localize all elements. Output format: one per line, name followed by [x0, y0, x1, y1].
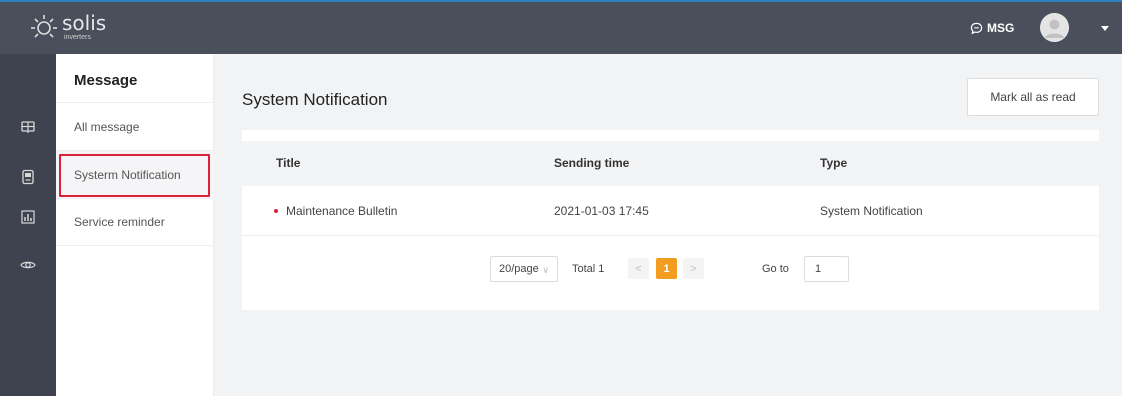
msg-label: MSG [987, 21, 1015, 35]
top-bar: solis inverters MSG [0, 0, 1122, 54]
avatar[interactable] [1040, 13, 1069, 42]
main-content: System Notification Mark all as read Tit… [214, 54, 1122, 396]
goto-page-input[interactable] [804, 256, 849, 282]
row-title[interactable]: Maintenance Bulletin [286, 204, 397, 218]
column-header-sending-time[interactable]: Sending time [554, 156, 629, 170]
table-row[interactable]: Maintenance Bulletin 2021-01-03 17:45 Sy… [242, 188, 1099, 236]
chevron-down-icon: ∨ [542, 265, 549, 275]
message-submenu: Message All message Systerm Notification… [56, 54, 214, 396]
column-header-type[interactable]: Type [820, 156, 847, 170]
submenu-title: Message [74, 72, 138, 89]
pagination: 20/page ∨ Total 1 < 1 > Go to [242, 254, 1099, 284]
msg-button[interactable]: MSG [970, 20, 1014, 36]
page-title: System Notification [242, 90, 388, 109]
page-size-select[interactable]: 20/page ∨ [490, 256, 558, 282]
next-page-button[interactable]: > [683, 258, 704, 279]
user-avatar-icon [1040, 13, 1069, 42]
row-sending-time: 2021-01-03 17:45 [554, 204, 649, 218]
unread-dot-icon [274, 209, 278, 213]
logo[interactable]: solis inverters [30, 10, 106, 44]
page-number-current[interactable]: 1 [656, 258, 677, 279]
goto-label: Go to [762, 263, 789, 275]
eye-icon[interactable] [19, 256, 37, 274]
top-accent-line [0, 0, 1122, 2]
logo-subtitle: inverters [64, 34, 91, 41]
column-header-title[interactable]: Title [276, 156, 300, 170]
device-icon[interactable] [19, 168, 37, 186]
report-icon[interactable] [19, 208, 37, 226]
submenu-item-label: Service reminder [74, 215, 165, 229]
submenu-item-label: All message [74, 119, 140, 134]
submenu-item-service-reminder[interactable]: Service reminder [56, 198, 214, 246]
total-count: Total 1 [572, 263, 605, 275]
row-type: System Notification [820, 204, 923, 218]
user-menu-caret-icon[interactable] [1101, 26, 1109, 31]
plant-icon[interactable] [19, 118, 37, 136]
chat-bubble-icon [970, 22, 983, 34]
logo-name: solis [62, 11, 107, 35]
icon-rail [0, 54, 56, 396]
mark-all-read-button[interactable]: Mark all as read [967, 78, 1099, 116]
notification-table-panel: Title Sending time Type Maintenance Bull… [242, 130, 1099, 310]
submenu-item-system-notification[interactable]: Systerm Notification [56, 150, 214, 198]
submenu-item-all-message[interactable]: All message [56, 102, 214, 150]
prev-page-button[interactable]: < [628, 258, 649, 279]
submenu-item-label: Systerm Notification [74, 167, 181, 182]
table-header: Title Sending time Type [242, 141, 1099, 186]
sun-logo-icon [31, 15, 57, 38]
page-size-value: 20/page [499, 263, 539, 275]
